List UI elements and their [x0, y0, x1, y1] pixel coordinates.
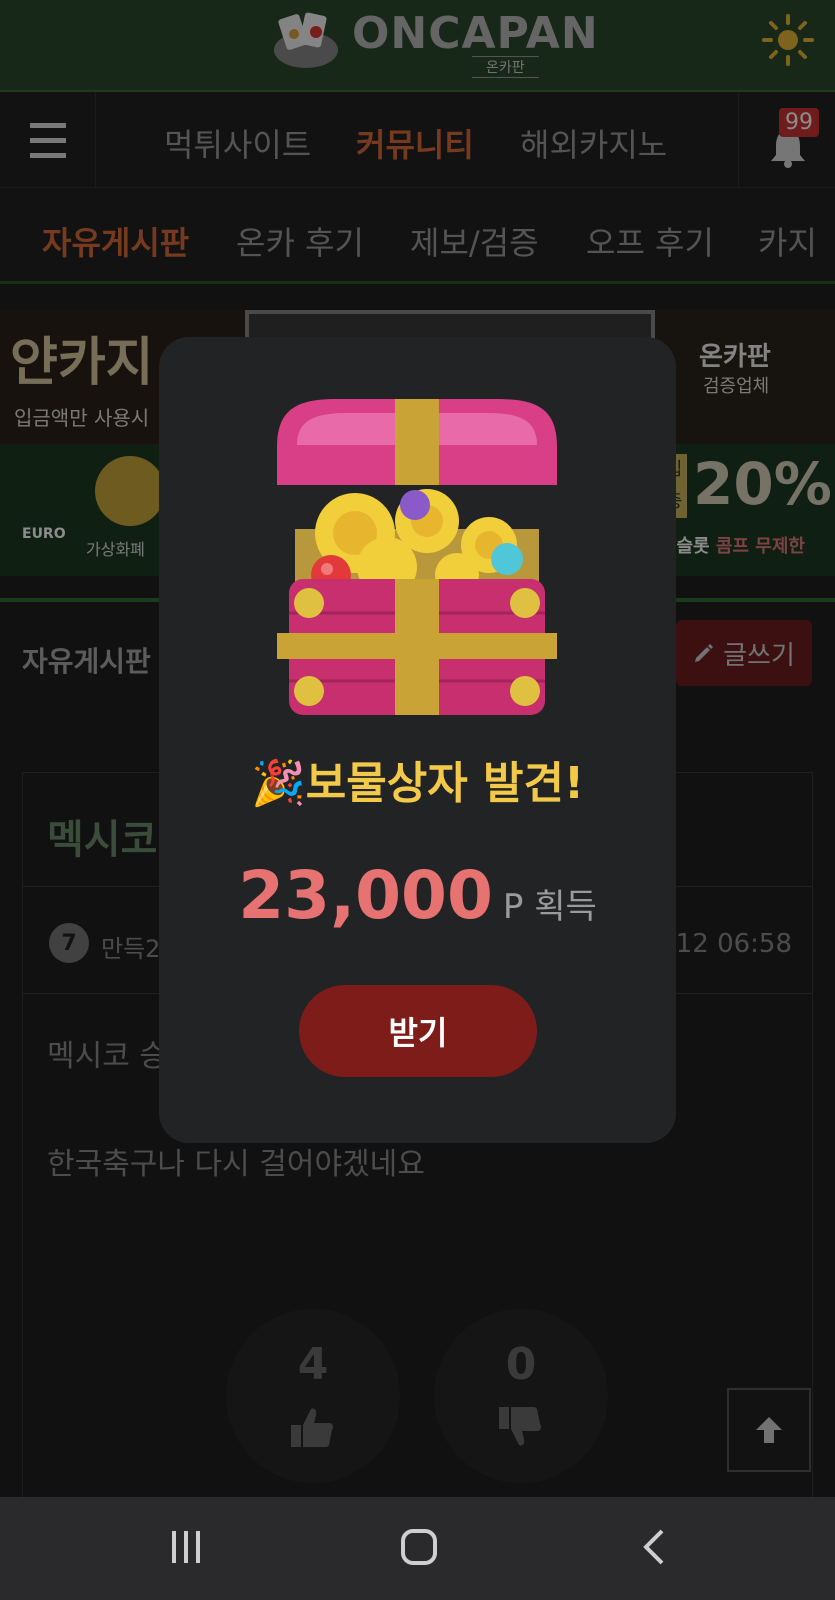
reward-text: 23,000 P 획득 — [159, 857, 676, 934]
android-navigation-bar — [0, 1497, 835, 1600]
back-icon[interactable] — [636, 1527, 676, 1567]
reward-amount: 23,000 — [238, 857, 493, 934]
treasure-chest-modal: 🎉보물상자 발견! 23,000 P 획득 받기 — [159, 337, 676, 1143]
modal-title: 🎉보물상자 발견! — [250, 758, 585, 809]
home-icon[interactable] — [399, 1527, 439, 1567]
recent-apps-icon[interactable] — [166, 1527, 206, 1567]
reward-unit: P 획득 — [502, 887, 597, 927]
claim-button[interactable]: 받기 — [299, 985, 537, 1077]
treasure-chest-icon — [277, 399, 557, 715]
